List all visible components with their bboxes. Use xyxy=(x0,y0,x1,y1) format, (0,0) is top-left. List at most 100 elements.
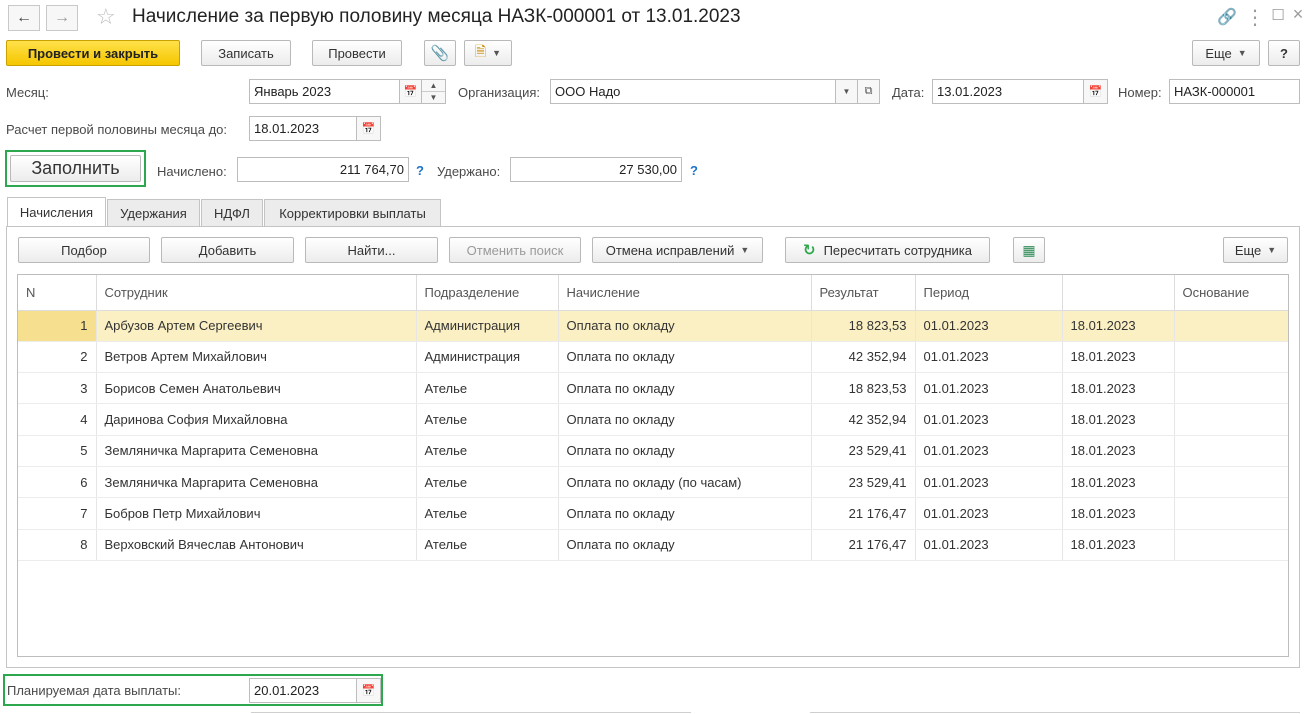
cell-employee[interactable]: Земляничка Маргарита Семеновна xyxy=(96,466,417,499)
cell-department[interactable]: Ателье xyxy=(416,529,559,561)
help-button[interactable]: ? xyxy=(1268,40,1300,66)
cell-accrual[interactable]: Оплата по окладу xyxy=(558,435,812,467)
month-calendar-button[interactable]: 📅 xyxy=(400,79,422,104)
cell-period-start[interactable]: 01.01.2023 xyxy=(915,466,1063,499)
cell-period-start[interactable]: 01.01.2023 xyxy=(915,310,1063,342)
add-button[interactable]: Добавить xyxy=(161,237,294,263)
cell-department[interactable]: Ателье xyxy=(416,403,559,436)
cell-department[interactable]: Администрация xyxy=(416,310,559,342)
cell-department[interactable]: Администрация xyxy=(416,341,559,374)
cell-period-start[interactable]: 01.01.2023 xyxy=(915,372,1063,405)
cell-n[interactable]: 8 xyxy=(18,529,97,561)
cell-n[interactable]: 4 xyxy=(18,403,97,436)
cell-result[interactable]: 18 823,53 xyxy=(811,310,916,342)
cell-period-end[interactable]: 18.01.2023 xyxy=(1062,435,1175,467)
cell-employee[interactable]: Борисов Семен Анатольевич xyxy=(96,372,417,405)
cell-result[interactable]: 23 529,41 xyxy=(811,466,916,499)
cell-period-end[interactable]: 18.01.2023 xyxy=(1062,529,1175,561)
cell-period-end[interactable]: 18.01.2023 xyxy=(1062,403,1175,436)
organization-open-button[interactable]: ⧉ xyxy=(858,79,880,104)
cell-employee[interactable]: Ветров Артем Михайлович xyxy=(96,341,417,374)
cell-accrual[interactable]: Оплата по окладу xyxy=(558,529,812,561)
calc-until-calendar-button[interactable]: 📅 xyxy=(357,116,381,141)
cell-accrual[interactable]: Оплата по окладу xyxy=(558,403,812,436)
column-header-employee[interactable]: Сотрудник xyxy=(96,275,417,311)
cell-period-start[interactable]: 01.01.2023 xyxy=(915,529,1063,561)
attach-button[interactable]: 📎 xyxy=(424,40,456,66)
date-calendar-button[interactable]: 📅 xyxy=(1084,79,1108,104)
table-row[interactable]: 8 Верховский Вячеслав Антонович Ателье О… xyxy=(18,529,1288,561)
column-header-department[interactable]: Подразделение xyxy=(416,275,559,311)
table-row[interactable]: 5 Земляничка Маргарита Семеновна Ателье … xyxy=(18,435,1288,467)
column-header-period-end[interactable] xyxy=(1062,275,1175,311)
accrued-help-icon[interactable]: ? xyxy=(416,163,424,178)
cell-employee[interactable]: Даринова София Михайловна xyxy=(96,403,417,436)
cell-n[interactable]: 3 xyxy=(18,372,97,405)
cell-employee[interactable]: Бобров Петр Михайлович xyxy=(96,497,417,530)
fill-button[interactable]: Заполнить xyxy=(10,155,141,182)
column-header-accrual[interactable]: Начисление xyxy=(558,275,812,311)
more-button[interactable]: Еще ▼ xyxy=(1192,40,1260,66)
cell-period-start[interactable]: 01.01.2023 xyxy=(915,403,1063,436)
month-spinner[interactable]: ▲ ▼ xyxy=(422,79,446,104)
pick-button[interactable]: Подбор xyxy=(18,237,150,263)
cell-n[interactable]: 7 xyxy=(18,497,97,530)
cell-result[interactable]: 23 529,41 xyxy=(811,435,916,467)
cell-period-end[interactable]: 18.01.2023 xyxy=(1062,341,1175,374)
number-field[interactable]: НАЗК-000001 xyxy=(1169,79,1300,104)
cancel-fixes-button[interactable]: Отмена исправлений ▼ xyxy=(592,237,763,263)
column-header-basis[interactable]: Основание xyxy=(1174,275,1288,311)
cell-period-end[interactable]: 18.01.2023 xyxy=(1062,466,1175,499)
cell-n[interactable]: 6 xyxy=(18,466,97,499)
organization-field[interactable]: ООО Надо xyxy=(550,79,836,104)
cell-period-end[interactable]: 18.01.2023 xyxy=(1062,372,1175,405)
tab-deductions[interactable]: Удержания xyxy=(107,199,200,227)
cell-accrual[interactable]: Оплата по окладу xyxy=(558,372,812,405)
favorite-star-icon[interactable]: ☆ xyxy=(96,4,116,30)
pay-date-field[interactable]: 20.01.2023 xyxy=(249,678,357,703)
table-row[interactable]: 4 Даринова София Михайловна Ателье Оплат… xyxy=(18,403,1288,436)
cell-employee[interactable]: Земляничка Маргарита Семеновна xyxy=(96,435,417,467)
withheld-help-icon[interactable]: ? xyxy=(690,163,698,178)
cell-department[interactable]: Ателье xyxy=(416,497,559,530)
cell-employee[interactable]: Верховский Вячеслав Антонович xyxy=(96,529,417,561)
create-based-on-button[interactable]: 🗎 ▼ xyxy=(464,40,512,66)
tab-accruals[interactable]: Начисления xyxy=(7,197,106,227)
cell-accrual[interactable]: Оплата по окладу xyxy=(558,341,812,374)
recalc-employee-button[interactable]: ↻ Пересчитать сотрудника xyxy=(785,237,990,263)
spin-up-icon[interactable]: ▲ xyxy=(422,80,445,92)
cell-basis[interactable] xyxy=(1174,466,1288,499)
cell-result[interactable]: 21 176,47 xyxy=(811,529,916,561)
cell-basis[interactable] xyxy=(1174,403,1288,436)
column-header-period[interactable]: Период xyxy=(915,275,1063,311)
table-row[interactable]: 3 Борисов Семен Анатольевич Ателье Оплат… xyxy=(18,372,1288,405)
cell-basis[interactable] xyxy=(1174,310,1288,342)
cell-basis[interactable] xyxy=(1174,341,1288,374)
maximize-icon[interactable]: ☐ xyxy=(1268,6,1288,24)
cell-period-start[interactable]: 01.01.2023 xyxy=(915,497,1063,530)
pay-date-calendar-button[interactable]: 📅 xyxy=(357,678,381,703)
post-and-close-button[interactable]: Провести и закрыть xyxy=(6,40,180,66)
cell-period-start[interactable]: 01.01.2023 xyxy=(915,341,1063,374)
cell-result[interactable]: 18 823,53 xyxy=(811,372,916,405)
cell-n[interactable]: 1 xyxy=(18,310,97,342)
cell-employee[interactable]: Арбузов Артем Сергеевич xyxy=(96,310,417,342)
cell-department[interactable]: Ателье xyxy=(416,372,559,405)
month-field[interactable]: Январь 2023 xyxy=(249,79,400,104)
cell-department[interactable]: Ателье xyxy=(416,466,559,499)
table-more-button[interactable]: Еще ▼ xyxy=(1223,237,1288,263)
cell-basis[interactable] xyxy=(1174,497,1288,530)
cell-period-end[interactable]: 18.01.2023 xyxy=(1062,310,1175,342)
table-row[interactable]: 1 Арбузов Артем Сергеевич Администрация … xyxy=(18,310,1288,342)
cell-basis[interactable] xyxy=(1174,435,1288,467)
post-button[interactable]: Провести xyxy=(312,40,402,66)
save-button[interactable]: Записать xyxy=(201,40,291,66)
cell-period-start[interactable]: 01.01.2023 xyxy=(915,435,1063,467)
cancel-search-button[interactable]: Отменить поиск xyxy=(449,237,581,263)
cell-period-end[interactable]: 18.01.2023 xyxy=(1062,497,1175,530)
table-row[interactable]: 7 Бобров Петр Михайлович Ателье Оплата п… xyxy=(18,497,1288,530)
spin-down-icon[interactable]: ▼ xyxy=(422,92,445,103)
cell-accrual[interactable]: Оплата по окладу xyxy=(558,310,812,342)
find-button[interactable]: Найти... xyxy=(305,237,438,263)
organization-dropdown-button[interactable]: ▼ xyxy=(836,79,858,104)
